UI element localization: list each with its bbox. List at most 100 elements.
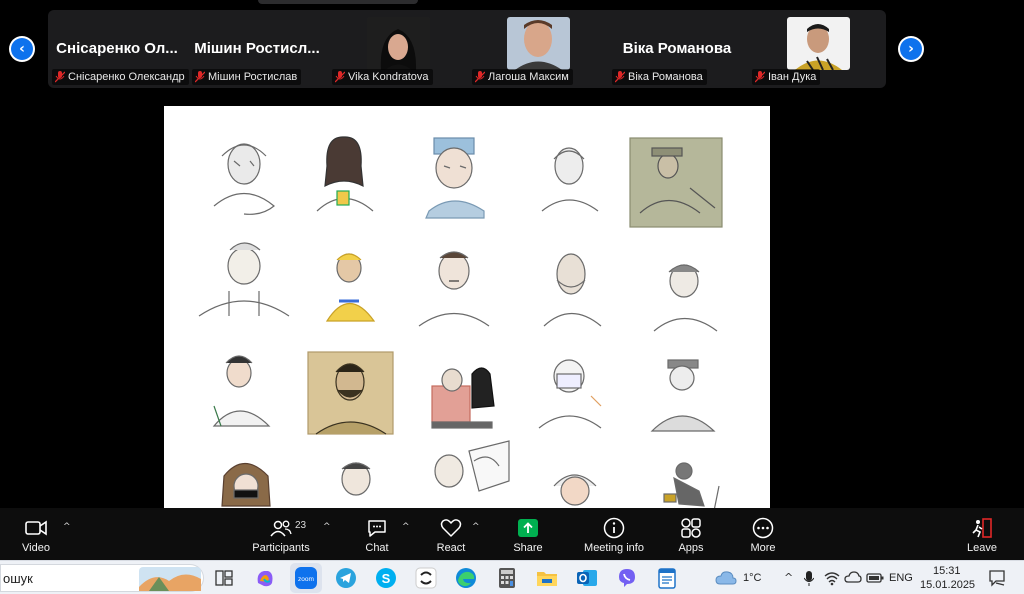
participant-video-frame [787, 17, 850, 70]
next-page-button[interactable]: › [898, 36, 924, 62]
clock-time[interactable]: 15:31 [933, 565, 961, 577]
muted-mic-icon [475, 71, 485, 83]
sketch-portraits-collage [198, 136, 723, 508]
participant-label: Vika Kondratova [332, 69, 433, 85]
participant-video [787, 17, 850, 70]
apps-button[interactable]: Apps [676, 516, 706, 556]
participant-name-large: Віка Романова [622, 40, 732, 57]
weather-icon[interactable] [715, 570, 737, 591]
meeting-info-button[interactable]: Meeting info [580, 516, 648, 556]
chat-icon [368, 520, 386, 537]
microphone-icon[interactable] [803, 570, 815, 591]
windows-taskbar: ошук zoom S 1°C ^ ENG 15:31 15.01.2025 [0, 560, 1024, 594]
leave-door-icon [972, 518, 992, 538]
participant-label: Мішин Ростислав [192, 69, 302, 85]
info-icon [603, 517, 625, 539]
muted-mic-icon [615, 71, 625, 83]
edge-browser-icon[interactable] [454, 566, 478, 590]
viber-icon[interactable] [615, 566, 639, 590]
participant-tile[interactable]: Снісаренко Ол... Снісаренко Олександр [48, 10, 189, 88]
copilot-icon[interactable] [253, 566, 277, 590]
outlook-icon[interactable] [575, 566, 599, 590]
more-icon [752, 517, 774, 539]
video-button[interactable]: Video [20, 516, 52, 556]
battery-icon[interactable] [866, 571, 884, 589]
input-language[interactable]: ENG [889, 572, 913, 584]
clock-date[interactable]: 15.01.2025 [920, 579, 975, 591]
participant-label-text: Снісаренко Олександр [68, 71, 185, 83]
participant-tile[interactable]: Vika Kondratova [328, 10, 466, 88]
participants-label: Participants [252, 542, 310, 554]
onedrive-icon[interactable] [844, 570, 862, 589]
chat-label: Chat [365, 542, 389, 554]
search-highlight-art [139, 567, 201, 591]
muted-mic-icon [755, 71, 765, 83]
skype-icon[interactable]: S [374, 566, 398, 590]
participant-name-large: Мішин Ростисл... [194, 40, 320, 57]
participants-count: 23 [295, 520, 307, 531]
participant-video [367, 17, 430, 70]
participant-label-text: Vika Kondratova [348, 71, 429, 83]
apps-icon [681, 518, 701, 538]
top-indicator [258, 0, 418, 4]
react-label: React [436, 542, 466, 554]
participant-name-large: Снісаренко Ол... [56, 40, 178, 57]
muted-mic-icon [55, 71, 65, 83]
video-options-caret[interactable]: ^ [63, 522, 71, 532]
share-label: Share [513, 542, 543, 554]
file-explorer-icon[interactable] [535, 566, 559, 590]
heart-icon [440, 519, 462, 537]
participant-tile[interactable]: Мішин Ростисл... Мішин Ростислав [188, 10, 326, 88]
task-view-icon[interactable] [212, 566, 236, 590]
svg-text:zoom: zoom [298, 576, 314, 583]
participant-label: Снісаренко Олександр [52, 69, 189, 85]
search-text: ошук [3, 571, 33, 586]
participant-label: Віка Романова [612, 69, 707, 85]
participant-label-text: Мішин Ростислав [208, 71, 298, 83]
video-camera-icon [25, 520, 47, 536]
more-button[interactable]: More [748, 516, 778, 556]
telegram-icon[interactable] [334, 566, 358, 590]
participant-video [507, 17, 570, 70]
video-label: Video [22, 542, 50, 554]
muted-mic-icon [335, 71, 345, 83]
previous-page-button[interactable]: ‹ [9, 36, 35, 62]
leave-label: Leave [967, 542, 997, 554]
zoom-meeting-window: ‹ Снісаренко Ол... Снісаренко Олександр … [0, 0, 1024, 560]
participant-video-frame [507, 17, 570, 70]
chat-button[interactable]: Chat [362, 516, 392, 556]
share-screen-icon [518, 519, 538, 537]
participant-label-text: Іван Дука [768, 71, 817, 83]
participants-options-caret[interactable]: ^ [323, 522, 331, 532]
zoom-app-icon[interactable]: zoom [290, 563, 322, 593]
participant-label-text: Віка Романова [628, 71, 703, 83]
calculator-icon[interactable] [495, 566, 519, 590]
more-label: More [750, 542, 776, 554]
wifi-icon[interactable] [824, 570, 840, 591]
participant-label: Іван Дука [752, 69, 821, 85]
participant-tile[interactable]: Віка Романова Віка Романова [608, 10, 746, 88]
shared-slide [164, 106, 770, 508]
leave-button[interactable]: Leave [966, 516, 998, 556]
meeting-toolbar: Video ^ Participants 23 ^ Chat ^ React ^… [0, 508, 1024, 560]
meeting-info-label: Meeting info [584, 542, 644, 554]
participant-tile[interactable]: Іван Дука [748, 10, 886, 88]
participant-label-text: Лагоша Максим [488, 71, 569, 83]
chevron-right-icon: › [900, 38, 922, 60]
taskbar-search[interactable]: ошук [0, 564, 204, 592]
svg-text:S: S [382, 571, 391, 586]
chevron-left-icon: ‹ [11, 38, 33, 60]
sync-app-icon[interactable] [414, 566, 438, 590]
participants-icon [270, 520, 292, 537]
tray-chevron-icon[interactable]: ^ [784, 571, 793, 584]
participant-label: Лагоша Максим [472, 69, 573, 85]
notepad-icon[interactable] [655, 566, 679, 590]
participant-tile[interactable]: Лагоша Максим [468, 10, 606, 88]
react-options-caret[interactable]: ^ [472, 522, 480, 532]
share-button[interactable]: Share [512, 516, 544, 556]
notification-icon[interactable] [988, 569, 1006, 592]
apps-label: Apps [678, 542, 704, 554]
react-button[interactable]: React [436, 516, 466, 556]
chat-options-caret[interactable]: ^ [402, 522, 410, 532]
muted-mic-icon [195, 71, 205, 83]
